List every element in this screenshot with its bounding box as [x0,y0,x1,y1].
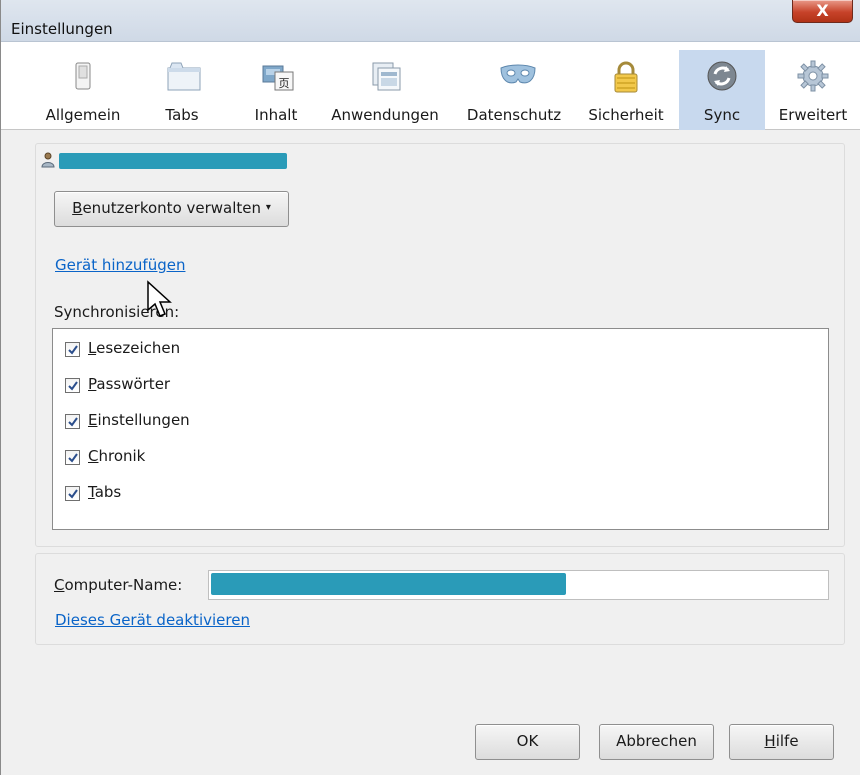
computer-name-input[interactable] [208,570,829,600]
tab-erweitert[interactable]: Erweitert [769,50,857,130]
checkbox[interactable] [65,378,80,393]
mouse-cursor-icon [146,280,182,324]
dropdown-arrow-icon: ▾ [265,202,271,213]
computer-name-redacted [211,573,566,595]
tab-tabs[interactable]: Tabs [145,50,219,130]
button-label: enutzerkonto verwalten [82,199,262,217]
deactivate-device-link[interactable]: Dieses Gerät deaktivieren [55,611,250,629]
tab-label: Sicherheit [588,106,664,124]
tab-sicherheit[interactable]: Sicherheit [581,50,671,130]
checkbox-label: Lesezeichen [88,339,181,357]
manage-account-button[interactable]: Benutzerkonto verwalten ▾ [54,191,289,227]
account-email-redacted [59,153,287,169]
checkbox-label: Einstellungen [88,411,190,429]
cancel-button[interactable]: Abbrechen [599,724,714,760]
checkbox-label: Tabs [88,483,122,501]
tab-label: Sync [703,106,741,124]
checkbox[interactable] [65,414,80,429]
tab-allgemein[interactable]: Allgemein [37,50,129,130]
tab-datenschutz[interactable]: Datenschutz [461,50,567,130]
gear-icon [797,60,829,92]
tab-label: Anwendungen [331,106,439,124]
accesskey: B [72,199,83,217]
tab-label: Datenschutz [466,106,562,124]
switch-icon [67,60,99,92]
tab-label: Allgemein [45,106,121,124]
lock-icon [610,60,642,93]
tab-anwendungen[interactable]: Anwendungen [323,50,447,130]
checkbox[interactable] [65,486,80,501]
accesskey: H [764,732,776,750]
window-title: Einstellungen [11,20,113,38]
ok-button[interactable]: OK [475,724,580,760]
help-button[interactable]: Hilfe [729,724,834,760]
title-bar: Einstellungen X [1,0,860,42]
tab-label: Tabs [165,106,199,124]
user-icon [41,152,55,168]
sync-icon [706,60,738,92]
tabs-icon [166,60,201,92]
sync-options-list: Lesezeichen Passwörter Einstellungen Chr… [52,328,829,530]
svg-text:页: 页 [279,77,290,90]
tab-inhalt[interactable]: 页 Inhalt [235,50,317,130]
button-label: ilfe [775,732,799,750]
tab-label: Erweitert [778,106,848,124]
checkbox[interactable] [65,342,80,357]
tab-sync[interactable]: Sync [679,50,765,130]
mask-icon [498,60,536,92]
checkbox-label: Chronik [88,447,146,465]
content-icon: 页 [260,60,294,92]
checkbox[interactable] [65,450,80,465]
preferences-window: Einstellungen X Allgemein Tabs 页 Inhalt … [0,0,860,775]
add-device-link[interactable]: Gerät hinzufügen [55,256,185,274]
close-button[interactable]: X [792,0,853,23]
applications-icon [369,60,401,92]
checkbox-label: Passwörter [88,375,171,393]
tab-label: Inhalt [254,106,298,124]
computer-name-label: Computer-Name: [54,576,183,594]
